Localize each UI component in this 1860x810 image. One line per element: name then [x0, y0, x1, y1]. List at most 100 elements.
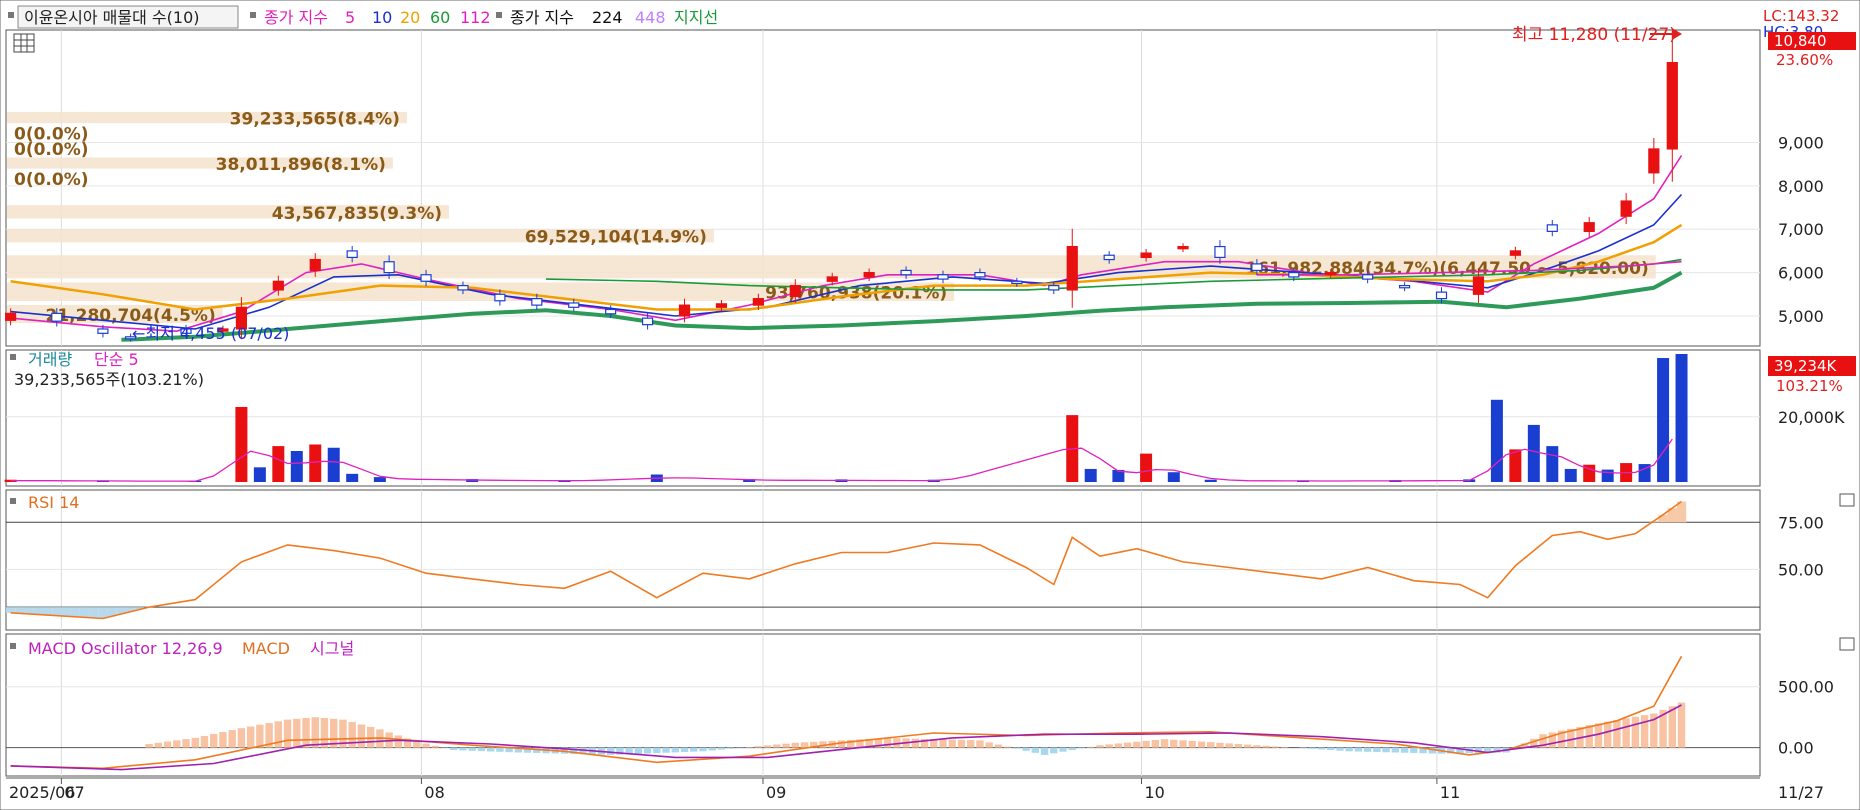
macd-square-icon[interactable]	[10, 643, 16, 649]
macd-osc-bar	[1622, 718, 1630, 748]
macd-osc-bar	[643, 747, 652, 754]
macd-osc-bar	[237, 728, 246, 748]
macd-osc-bar	[1234, 743, 1243, 748]
price-current-change: 23.60%	[1776, 51, 1833, 69]
menu-square-icon[interactable]	[8, 12, 14, 18]
macd-osc-bar	[182, 739, 190, 748]
ma2-square-icon[interactable]	[496, 12, 502, 18]
macd-osc-bar	[1668, 706, 1676, 748]
macd-osc-bar	[413, 741, 421, 748]
volume-title: 거래량	[28, 350, 72, 369]
volume-profile-label: 43,567,835(9.3%)	[272, 204, 442, 224]
macd-osc-bar	[302, 717, 310, 748]
macd-osc-bar	[791, 742, 799, 748]
candle	[715, 303, 728, 308]
macd-osc-bar	[1151, 739, 1160, 748]
macd-osc-bar	[763, 745, 772, 748]
macd-osc-bar	[1040, 747, 1049, 755]
xaxis-label-1: 07	[64, 783, 84, 802]
rsi-close-icon[interactable]	[1839, 493, 1855, 507]
macd-osc-bar	[1271, 746, 1280, 748]
macd-osc-bar	[939, 739, 947, 748]
candle	[1648, 148, 1660, 174]
ma-period-10: 10	[372, 8, 392, 27]
ma-square-icon[interactable]	[250, 12, 256, 18]
macd-osc-bar	[957, 739, 966, 748]
volume-bar	[1204, 479, 1217, 482]
volume-square-icon[interactable]	[10, 354, 16, 360]
macd-osc-bar	[1400, 747, 1409, 753]
candle	[531, 298, 543, 306]
macd-osc-bar	[320, 717, 329, 748]
macd-close-icon[interactable]	[1839, 637, 1855, 651]
macd-osc-bar	[1133, 741, 1141, 748]
macd-osc-bar	[200, 735, 209, 748]
xaxis-label-3: 09	[766, 783, 786, 802]
macd-osc-bar	[680, 747, 689, 753]
macd-osc-bar	[976, 740, 984, 748]
macd-osc-bar	[1087, 746, 1095, 748]
macd-osc-bar	[219, 732, 227, 748]
macd-osc-bar	[191, 737, 199, 748]
macd-osc-bar	[782, 743, 790, 748]
macd-osc-bar	[1059, 747, 1067, 752]
candle	[1103, 254, 1115, 261]
macd-osc-bar	[708, 747, 716, 751]
candle	[752, 298, 764, 306]
candle	[863, 271, 875, 278]
candle	[1666, 62, 1678, 150]
macd-osc-bar	[1640, 715, 1649, 748]
volume-ylabel: 20,000K	[1778, 408, 1845, 427]
macd-osc-bar	[1077, 747, 1086, 749]
macd-osc-bar	[948, 739, 956, 748]
volume-bar	[373, 477, 386, 482]
volume-bar	[1675, 354, 1688, 482]
candle	[826, 276, 838, 282]
candle	[1048, 285, 1060, 291]
rsi-square-icon[interactable]	[10, 498, 16, 504]
macd-signal-label: 시그널	[310, 639, 354, 658]
macd-osc-bar	[1354, 747, 1363, 752]
macd-osc-bar	[1160, 739, 1169, 748]
macd-osc-bar	[246, 726, 255, 748]
candle	[974, 271, 986, 278]
table-icon[interactable]	[13, 33, 35, 53]
volume-profile-label: 38,011,896(8.1%)	[216, 155, 386, 175]
support-line-label: 지지선	[674, 8, 718, 27]
candle	[494, 293, 506, 302]
macd-osc-bar	[422, 743, 430, 748]
macd-osc-bar	[1336, 747, 1344, 751]
macd-osc-bar	[1216, 742, 1224, 748]
candle	[900, 269, 912, 276]
volume-ma-label: 단순 5	[94, 350, 139, 369]
macd-osc-bar	[1410, 747, 1418, 753]
candle	[1546, 224, 1558, 232]
macd-osc-bar	[348, 722, 356, 748]
volume-profile-label: 39,233,565(8.4%)	[230, 110, 400, 130]
macd-osc-bar	[726, 747, 735, 749]
volume-bar	[1167, 472, 1180, 482]
candle	[51, 312, 63, 322]
candle	[5, 312, 17, 321]
candle	[97, 328, 109, 334]
volume-bar	[309, 444, 322, 482]
price-ylabel: 7,000	[1778, 220, 1824, 239]
macd-osc-bar	[256, 724, 264, 748]
macd-osc-bar	[1363, 747, 1372, 752]
ma-period-5: 5	[345, 8, 355, 27]
volume-bar	[1084, 468, 1097, 482]
macd-osc-bar	[1262, 745, 1270, 748]
xaxis-label-4: 10	[1144, 783, 1164, 802]
candle	[789, 285, 801, 298]
volume-bar	[1546, 446, 1559, 482]
volume-bar	[253, 467, 266, 482]
macd-osc-bar	[1631, 716, 1640, 748]
volume-info: 39,233,565주(103.21%)	[14, 370, 204, 389]
candle	[605, 308, 617, 315]
macd-osc-bar	[1308, 747, 1316, 749]
macd-osc-bar	[357, 724, 366, 748]
volume-bar	[235, 406, 248, 482]
candle	[1011, 280, 1023, 285]
macd-osc-bar	[1373, 747, 1381, 753]
low-annotation: ←최저 4,455 (07/02)	[132, 324, 289, 343]
